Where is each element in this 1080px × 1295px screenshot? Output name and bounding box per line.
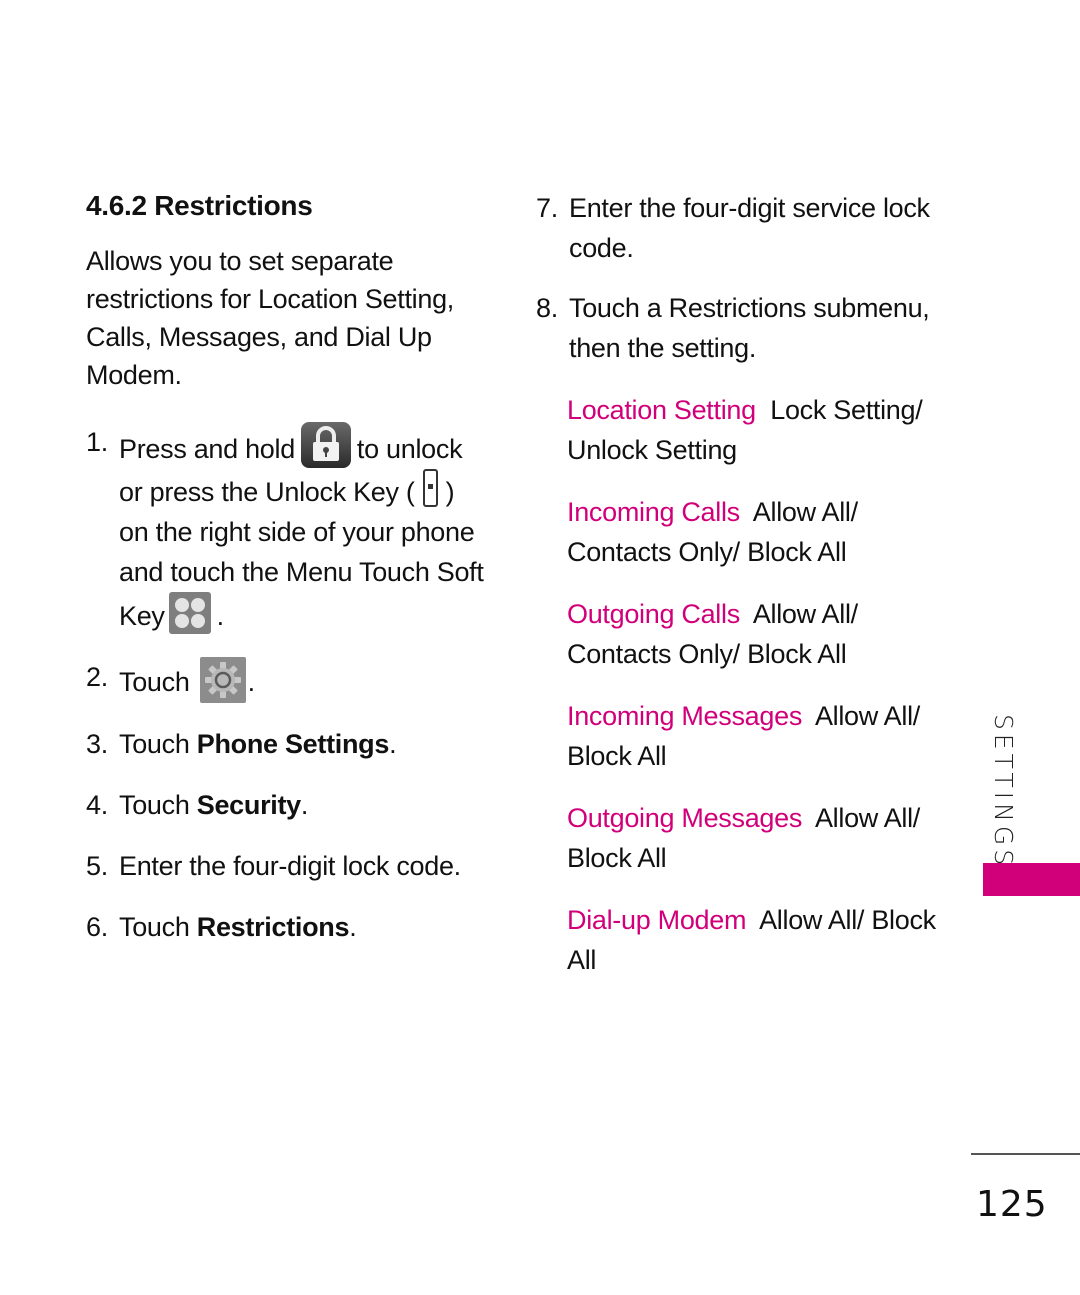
step-7: 7. Enter the four-digit service lock cod… — [536, 188, 946, 268]
step-text: Touch — [119, 790, 197, 820]
menu-name-restrictions: Restrictions — [196, 912, 350, 942]
step-text: Enter the four-digit service lock code. — [569, 193, 930, 263]
section-side-tab-bar — [983, 863, 1080, 896]
gear-icon — [199, 657, 246, 703]
step-4: 4. Touch Security. — [86, 785, 486, 825]
option-dial-up-modem: Dial-up Modem Allow All/ Block All — [536, 900, 946, 980]
step-number: 5. — [86, 851, 108, 881]
step-3: 3. Touch Phone Settings. — [86, 724, 486, 764]
step-text: Touch — [119, 912, 197, 942]
steps-list-left: 1. Press and hold to unlock or press the … — [86, 422, 486, 947]
left-column: 4.6.2 Restrictions Allows you to set sep… — [86, 188, 486, 947]
step-number: 6. — [86, 912, 108, 942]
section-title: 4.6.2 Restrictions — [86, 190, 313, 221]
option-label: Incoming Messages — [567, 701, 803, 731]
step-text: . — [349, 912, 357, 942]
option-label: Location Setting — [567, 395, 756, 425]
step-2: 2. Touch. — [86, 657, 486, 703]
option-label: Incoming Calls — [567, 497, 740, 527]
option-label: Outgoing Messages — [567, 803, 803, 833]
step-text: Press and hold — [119, 434, 295, 464]
step-text: Enter the four-digit lock code. — [119, 851, 461, 881]
menu-name-phone-settings: Phone Settings — [196, 729, 390, 759]
step-text: . — [389, 729, 397, 759]
menu-grid-icon — [168, 592, 211, 634]
option-outgoing-calls: Outgoing Calls Allow All/ Contacts Only/… — [536, 594, 946, 674]
option-incoming-calls: Incoming Calls Allow All/ Contacts Only/… — [536, 492, 946, 572]
step-number: 3. — [86, 729, 108, 759]
page-number-divider — [971, 1153, 1080, 1155]
section-side-tab-label: SETTINGS — [989, 714, 1018, 870]
restriction-options-list: Location Setting Lock Setting/ Unlock Se… — [536, 390, 946, 980]
steps-list-right: 7. Enter the four-digit service lock cod… — [536, 188, 946, 368]
step-text: . — [216, 601, 225, 631]
menu-name-security: Security — [196, 790, 301, 820]
step-text: . — [247, 667, 256, 697]
option-label: Outgoing Calls — [567, 599, 740, 629]
step-text: . — [300, 790, 309, 820]
section-intro: Allows you to set separate restrictions … — [86, 246, 454, 390]
unlock-key-icon — [422, 469, 438, 507]
step-text: Touch a Restrictions submenu, then the s… — [569, 293, 930, 363]
option-label: Dial-up Modem — [567, 905, 747, 935]
step-number: 7. — [536, 193, 558, 223]
option-incoming-messages: Incoming Messages Allow All/ Block All — [536, 696, 946, 776]
step-number: 4. — [86, 790, 108, 820]
right-column: 7. Enter the four-digit service lock cod… — [536, 188, 946, 980]
step-number: 2. — [86, 662, 108, 692]
step-number: 1. — [86, 427, 108, 457]
step-1: 1. Press and hold to unlock or press the … — [86, 422, 486, 636]
step-5: 5. Enter the four-digit lock code. — [86, 846, 486, 886]
option-location-setting: Location Setting Lock Setting/ Unlock Se… — [536, 390, 946, 470]
step-8: 8. Touch a Restrictions submenu, then th… — [536, 288, 946, 368]
option-outgoing-messages: Outgoing Messages Allow All/ Block All — [536, 798, 946, 878]
step-number: 8. — [536, 293, 558, 323]
page-number: 125 — [976, 1184, 1048, 1225]
step-text: Touch — [119, 667, 190, 697]
step-text: Touch — [119, 729, 197, 759]
lock-icon — [300, 422, 351, 468]
step-6: 6. Touch Restrictions. — [86, 907, 486, 947]
